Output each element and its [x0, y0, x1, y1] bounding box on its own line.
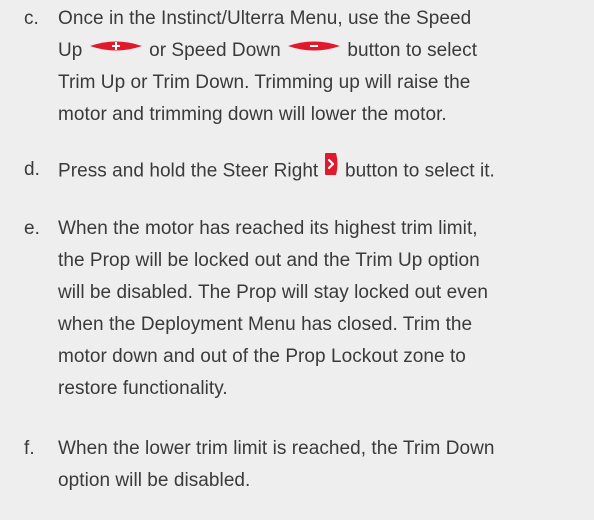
- text-line: When the lower trim limit is reached, th…: [58, 438, 495, 459]
- text-line: Up or Speed Down button to select: [58, 35, 594, 67]
- instruction-page: c. Once in the Instinct/Ulterra Menu, us…: [0, 0, 594, 520]
- text-segment: or Speed Down: [149, 40, 281, 62]
- text-line: will be disabled. The Prop will stay loc…: [58, 282, 488, 303]
- speed-down-button-icon: [286, 33, 342, 65]
- step-marker: d.: [24, 159, 40, 180]
- text-segment: button to select it.: [344, 160, 495, 182]
- text-line: motor down and out of the Prop Lockout z…: [58, 346, 466, 367]
- step-marker: c.: [24, 8, 39, 29]
- speed-up-button-icon: [88, 33, 144, 65]
- step-text: When the lower trim limit is reached, th…: [58, 433, 594, 497]
- step-text: Once in the Instinct/Ulterra Menu, use t…: [58, 3, 594, 131]
- text-line: option will be disabled.: [58, 470, 251, 491]
- text-line: restore functionality.: [58, 378, 228, 399]
- text-line: Once in the Instinct/Ulterra Menu, use t…: [58, 8, 472, 29]
- text-line: when the Deployment Menu has closed. Tri…: [58, 314, 473, 335]
- step-marker: e.: [24, 218, 40, 239]
- text-line: motor and trimming down will lower the m…: [58, 104, 447, 126]
- step-text: When the motor has reached its highest t…: [58, 213, 594, 405]
- text-line: When the motor has reached its highest t…: [58, 218, 478, 239]
- text-line: Trim Up or Trim Down. Trimming up will r…: [58, 72, 471, 94]
- step-marker: f.: [24, 438, 35, 459]
- text-line: the Prop will be locked out and the Trim…: [58, 250, 480, 271]
- step-text: Press and hold the Steer Right button to…: [58, 152, 594, 189]
- steer-right-button-icon: [324, 152, 340, 187]
- text-line: Press and hold the Steer Right button to…: [58, 152, 594, 189]
- text-segment: Up: [58, 40, 83, 62]
- text-segment: Press and hold the Steer Right: [58, 160, 319, 182]
- text-segment: button to select: [347, 40, 478, 62]
